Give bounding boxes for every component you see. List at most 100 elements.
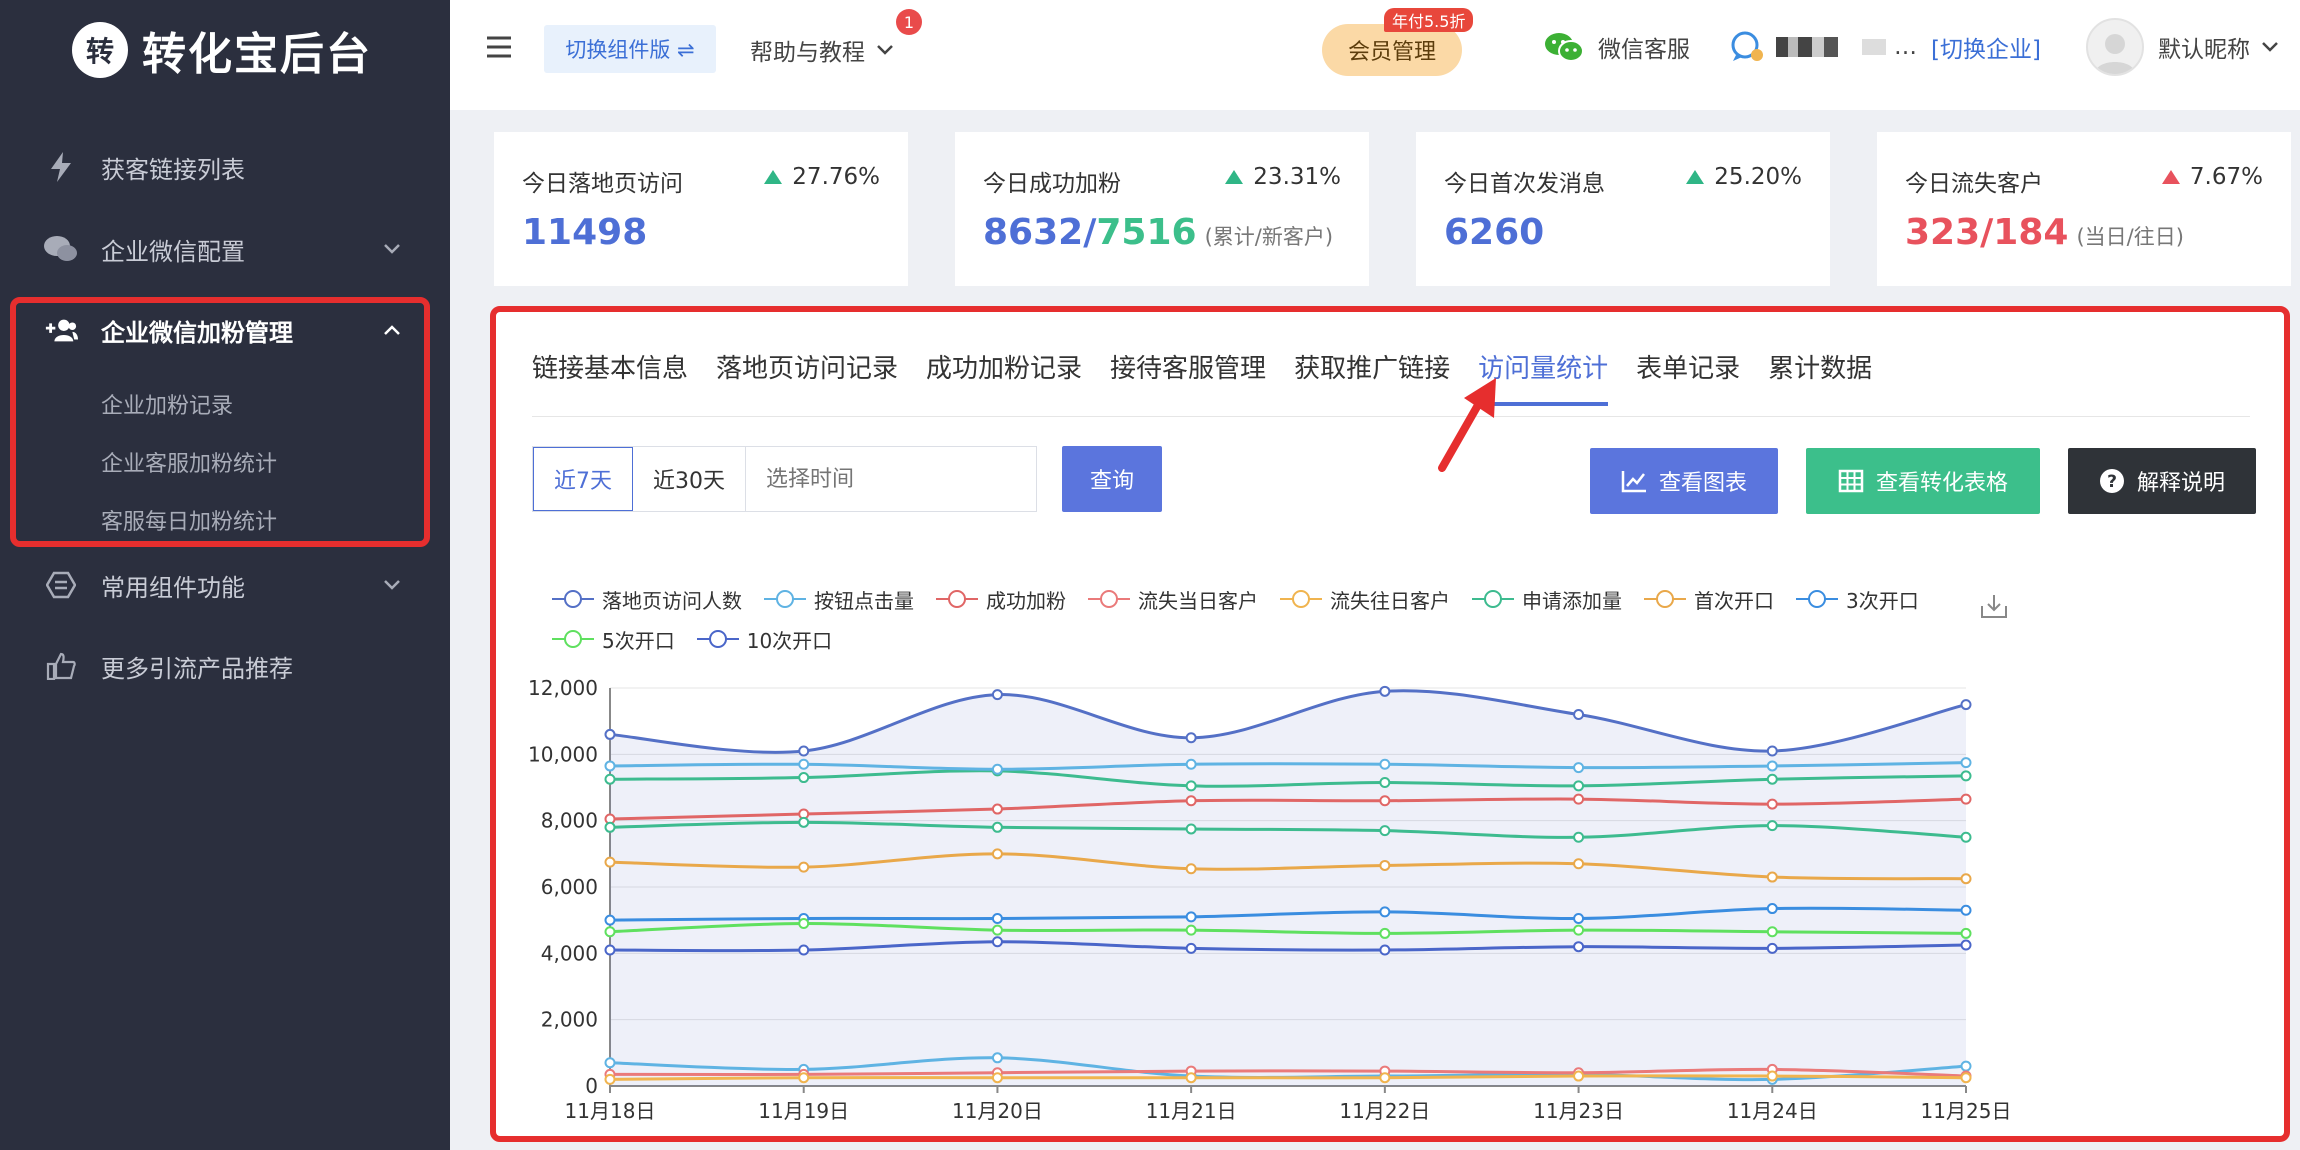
sidebar-item-more-products[interactable]: 更多引流产品推荐 bbox=[0, 634, 450, 698]
logo-mark: 转 bbox=[72, 22, 128, 78]
sidebar-item-wechat-config[interactable]: 企业微信配置 bbox=[0, 217, 450, 281]
stat-sub: (当日/往日) bbox=[2076, 225, 2184, 249]
y-tick-label: 6,000 bbox=[541, 875, 598, 899]
data-point bbox=[1573, 858, 1585, 870]
data-point bbox=[604, 773, 616, 785]
data-point bbox=[1960, 793, 1972, 805]
stat-change-value: 27.76% bbox=[792, 164, 880, 190]
x-tick-label: 11月25日 bbox=[1921, 1099, 2012, 1123]
data-point bbox=[1960, 927, 1972, 939]
company-name: … bbox=[1894, 34, 1917, 60]
wechat-service-link[interactable]: 微信客服 bbox=[1544, 24, 1690, 70]
data-point bbox=[798, 772, 810, 784]
stat-card-fans-added: 今日成功加粉 23.31% 8632/7516 (累计/新客户) bbox=[955, 132, 1369, 286]
annotation-arrow-icon bbox=[1438, 378, 1496, 472]
component-icon bbox=[44, 568, 78, 602]
data-point bbox=[1573, 941, 1585, 953]
data-point bbox=[604, 821, 616, 833]
stat-change-value: 7.67% bbox=[2189, 164, 2263, 190]
data-point bbox=[1573, 709, 1585, 721]
data-point bbox=[991, 821, 1003, 833]
stat-sub: (累计/新客户) bbox=[1204, 225, 1334, 249]
data-point bbox=[1573, 762, 1585, 774]
chat-bubbles-icon bbox=[44, 232, 78, 266]
data-point bbox=[1573, 1070, 1585, 1082]
data-point bbox=[798, 816, 810, 828]
stat-value-number: 7516 bbox=[1096, 212, 1197, 253]
stat-title: 今日成功加粉 bbox=[983, 171, 1121, 197]
data-point bbox=[1573, 793, 1585, 805]
main-panel: 链接基本信息 落地页访问记录 成功加粉记录 接待客服管理 获取推广链接 访问量统… bbox=[490, 306, 2290, 1142]
app-logo[interactable]: 转 转化宝后台 bbox=[72, 20, 372, 80]
data-point bbox=[991, 1072, 1003, 1084]
data-point bbox=[1766, 942, 1778, 954]
data-point bbox=[1960, 939, 1972, 951]
data-point bbox=[1960, 699, 1972, 711]
sidebar-item-link-list[interactable]: 获客链接列表 bbox=[0, 135, 450, 199]
data-point bbox=[991, 1052, 1003, 1064]
sidebar-item-label: 获客链接列表 bbox=[101, 155, 245, 184]
sidebar-item-label: 常用组件功能 bbox=[101, 573, 245, 602]
switch-version-button[interactable]: 切换组件版 ⇌ bbox=[544, 25, 716, 73]
y-tick-label: 0 bbox=[585, 1074, 598, 1098]
hamburger-menu-icon[interactable] bbox=[484, 32, 514, 62]
data-point bbox=[1185, 780, 1197, 792]
data-point bbox=[991, 848, 1003, 860]
data-point bbox=[1185, 911, 1197, 923]
chevron-down-icon bbox=[877, 45, 893, 55]
data-point bbox=[798, 917, 810, 929]
redacted-block bbox=[1776, 37, 1838, 57]
y-tick-label: 12,000 bbox=[528, 676, 598, 700]
stat-card-first-message: 今日首次发消息 25.20% 6260 bbox=[1416, 132, 1830, 286]
switch-company-link[interactable]: [切换企业] bbox=[1931, 30, 2041, 64]
data-point bbox=[1185, 863, 1197, 875]
help-menu[interactable]: 帮助与教程 bbox=[750, 30, 893, 70]
data-point bbox=[1766, 871, 1778, 883]
data-point bbox=[798, 944, 810, 956]
data-point bbox=[1185, 924, 1197, 936]
stat-value-number: 8632 bbox=[983, 212, 1084, 253]
data-point bbox=[1960, 1072, 1972, 1084]
stat-title: 今日首次发消息 bbox=[1444, 171, 1605, 197]
stat-value: 11498 bbox=[522, 212, 647, 253]
user-nickname: 默认昵称 bbox=[2158, 37, 2250, 63]
data-point bbox=[1766, 926, 1778, 938]
data-point bbox=[1960, 757, 1972, 769]
y-tick-label: 10,000 bbox=[528, 742, 598, 766]
stat-title: 今日落地页访问 bbox=[522, 171, 683, 197]
stat-change-value: 25.20% bbox=[1714, 164, 1802, 190]
data-point bbox=[604, 1073, 616, 1085]
data-point bbox=[1379, 685, 1391, 697]
stat-value-number: 323/184 bbox=[1905, 212, 2069, 253]
data-point bbox=[1766, 903, 1778, 915]
trend-up-icon bbox=[2161, 170, 2180, 184]
user-menu[interactable]: 默认昵称 bbox=[2086, 14, 2278, 80]
stat-value: 6260 bbox=[1444, 212, 1544, 253]
data-point bbox=[604, 856, 616, 868]
data-point bbox=[604, 1057, 616, 1069]
trend-up-icon bbox=[1686, 170, 1705, 184]
data-point bbox=[991, 924, 1003, 936]
stat-change: 25.20% bbox=[1686, 164, 1802, 190]
data-point bbox=[1379, 825, 1391, 837]
x-tick-label: 11月23日 bbox=[1533, 1099, 1624, 1123]
data-point bbox=[991, 689, 1003, 701]
sidebar-item-label: 企业微信配置 bbox=[101, 237, 245, 266]
sidebar-item-components[interactable]: 常用组件功能 bbox=[0, 553, 450, 617]
stat-value: 323/184 (当日/往日) bbox=[1905, 212, 2184, 253]
data-point bbox=[991, 913, 1003, 925]
data-point bbox=[1379, 777, 1391, 789]
promo-tag: 年付5.5折 bbox=[1384, 8, 1474, 32]
chevron-down-icon bbox=[382, 239, 402, 259]
data-point bbox=[1185, 942, 1197, 954]
redacted-block bbox=[1862, 39, 1886, 55]
company-info: … [切换企业] bbox=[1730, 24, 2041, 70]
stat-value-number: 11498 bbox=[522, 212, 648, 253]
data-point bbox=[1379, 906, 1391, 918]
stat-change: 27.76% bbox=[764, 164, 880, 190]
data-point bbox=[1766, 773, 1778, 785]
x-tick-label: 11月24日 bbox=[1727, 1099, 1818, 1123]
highlight-box bbox=[10, 297, 430, 547]
data-point bbox=[1766, 745, 1778, 757]
data-point bbox=[1379, 859, 1391, 871]
